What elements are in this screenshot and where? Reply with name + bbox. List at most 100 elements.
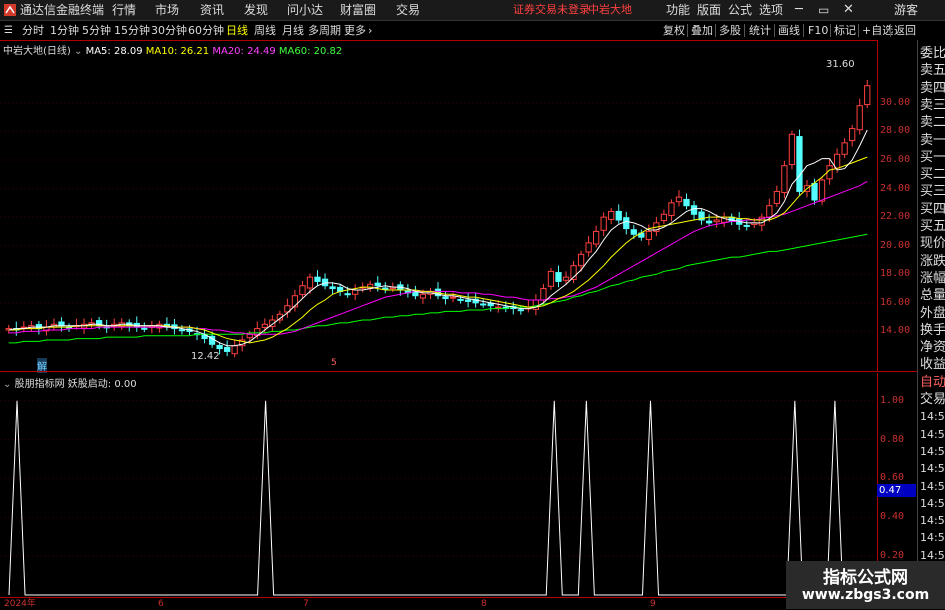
candle (615, 204, 622, 224)
quote-item: 总量 (920, 288, 945, 304)
period-60min[interactable]: 60分钟 (188, 21, 224, 40)
quote-item: 涨幅 (920, 270, 945, 286)
indicator-tick: 0.80 (880, 433, 905, 445)
btn-diejia[interactable]: 叠加 (691, 21, 713, 40)
candle (291, 289, 299, 312)
quote-item: 外盘 (920, 305, 945, 321)
date-label-2024: 2024年 (4, 599, 36, 609)
candle (608, 207, 615, 225)
candle (382, 282, 389, 294)
candle (547, 267, 555, 290)
price-tick: 16.00 (880, 296, 911, 308)
quote-item: 卖二 (920, 115, 945, 131)
candle (442, 291, 449, 305)
btn-f10[interactable]: F10 (808, 21, 828, 40)
quote-item: 买一 (920, 149, 945, 165)
more-chevron-icon[interactable]: › (368, 21, 372, 40)
quote-item: 14:56 (920, 496, 945, 510)
indicator-chart[interactable]: ⌄ 股朋指标网 妖股启动: 0.00 (0, 373, 876, 597)
menu-hangqing[interactable]: 行情 (112, 0, 136, 20)
candle (577, 250, 585, 272)
quote-item: 14:56 (920, 531, 945, 545)
period-weekly[interactable]: 周线 (254, 21, 276, 40)
restore-icon[interactable]: ▭ (818, 0, 829, 20)
watermark-line2: www.zbgs3.com (801, 587, 930, 603)
ma60-label: MA60: 20.82 (278, 46, 343, 57)
menu-caifuquan[interactable]: 财富圈 (340, 0, 376, 20)
candle (788, 130, 796, 170)
date-label-6: 6 (158, 599, 164, 609)
candle (412, 285, 419, 300)
price-tick: 14.00 (880, 325, 911, 337)
quote-item: 14:56 (920, 427, 945, 441)
indicator-title[interactable]: 股朋指标网 (15, 379, 65, 390)
period-1min[interactable]: 1分钟 (50, 21, 79, 40)
quote-item: 涨跌 (920, 253, 945, 269)
menu-bar: 通达信金融终端 行情 市场 资讯 发现 问小达 财富圈 交易 证券交易未登录 中… (0, 0, 945, 21)
close-icon[interactable]: ✕ (843, 0, 854, 20)
minimize-icon[interactable]: ─ (795, 0, 803, 20)
menu-toggle-icon[interactable]: ☰ (4, 21, 13, 40)
btn-duogu[interactable]: 多股 (719, 21, 741, 40)
candle (660, 209, 668, 225)
candle (163, 317, 171, 331)
period-fenshi[interactable]: 分时 (22, 21, 44, 40)
main-chart[interactable]: 中岩大地(日线) ⌄ MA5: 28.09 MA10: 26.21 MA20: … (0, 40, 876, 373)
menu-xuanxiang[interactable]: 选项 (759, 0, 783, 20)
menu-gongshi[interactable]: 公式 (728, 0, 752, 20)
period-daily[interactable]: 日线 (226, 21, 248, 40)
period-multi[interactable]: 多周期 (308, 21, 341, 40)
quote-item[interactable]: 自动 (920, 374, 945, 391)
candle (224, 340, 231, 357)
period-30min[interactable]: 30分钟 (151, 21, 187, 40)
candle (284, 298, 291, 318)
period-monthly[interactable]: 月线 (282, 21, 304, 40)
period-more[interactable]: 更多 (344, 21, 366, 40)
quote-item: 14:56 (920, 410, 945, 424)
indicator-toggle-icon[interactable]: ⌄ (3, 379, 11, 390)
date-label-9: 9 (650, 599, 656, 609)
indicator-svg[interactable] (0, 373, 876, 597)
period-15min[interactable]: 15分钟 (114, 21, 150, 40)
candle (645, 224, 652, 246)
candle (111, 318, 118, 331)
menu-banmian[interactable]: 版面 (697, 0, 721, 20)
indicator-tick: 0.20 (880, 550, 905, 562)
event-marker[interactable]: 5 (331, 358, 337, 368)
candle (50, 318, 58, 331)
candlestick-chart[interactable] (0, 40, 876, 371)
btn-huaxian[interactable]: 画线 (778, 21, 800, 40)
quote-item: 换手 (920, 322, 945, 338)
current-value-badge: 0.47 (877, 484, 916, 497)
candle (593, 225, 600, 248)
ma-toggle-icon[interactable]: ⌄ (74, 46, 82, 57)
menu-zixun[interactable]: 资讯 (200, 0, 224, 20)
login-notice[interactable]: 证券交易未登录 (513, 0, 590, 20)
menu-gongneng[interactable]: 功能 (666, 0, 690, 20)
btn-back[interactable]: 返回 (894, 21, 916, 40)
candle (404, 284, 412, 298)
candle (841, 138, 848, 158)
btn-biaoji[interactable]: 标记 (834, 21, 856, 40)
guest-label[interactable]: 游客 (894, 0, 918, 20)
candle (849, 125, 856, 147)
indicator-line (8, 400, 867, 596)
btn-add-watchlist[interactable]: +自选 (862, 21, 893, 40)
quote-item: 净资 (920, 340, 945, 356)
price-tick: 26.00 (880, 154, 911, 165)
date-label-7: 7 (303, 599, 309, 609)
period-5min[interactable]: 5分钟 (82, 21, 111, 40)
candle (254, 321, 261, 339)
quote-item[interactable]: 交易 (920, 391, 945, 408)
quote-item: 14:56 (920, 479, 945, 493)
btn-tongji[interactable]: 统计 (749, 21, 771, 40)
menu-shichang[interactable]: 市场 (155, 0, 179, 20)
menu-faxian[interactable]: 发现 (244, 0, 268, 20)
candle (705, 214, 713, 227)
stock-notice[interactable]: 中岩大地 (588, 0, 632, 20)
stock-label: 中岩大地(日线) (3, 46, 71, 57)
menu-jiaoyi[interactable]: 交易 (396, 0, 420, 20)
btn-fuquan[interactable]: 复权 (663, 21, 685, 40)
ma20-label: MA20: 24.49 (212, 46, 276, 57)
menu-wenxiaoda[interactable]: 问小达 (287, 0, 323, 20)
